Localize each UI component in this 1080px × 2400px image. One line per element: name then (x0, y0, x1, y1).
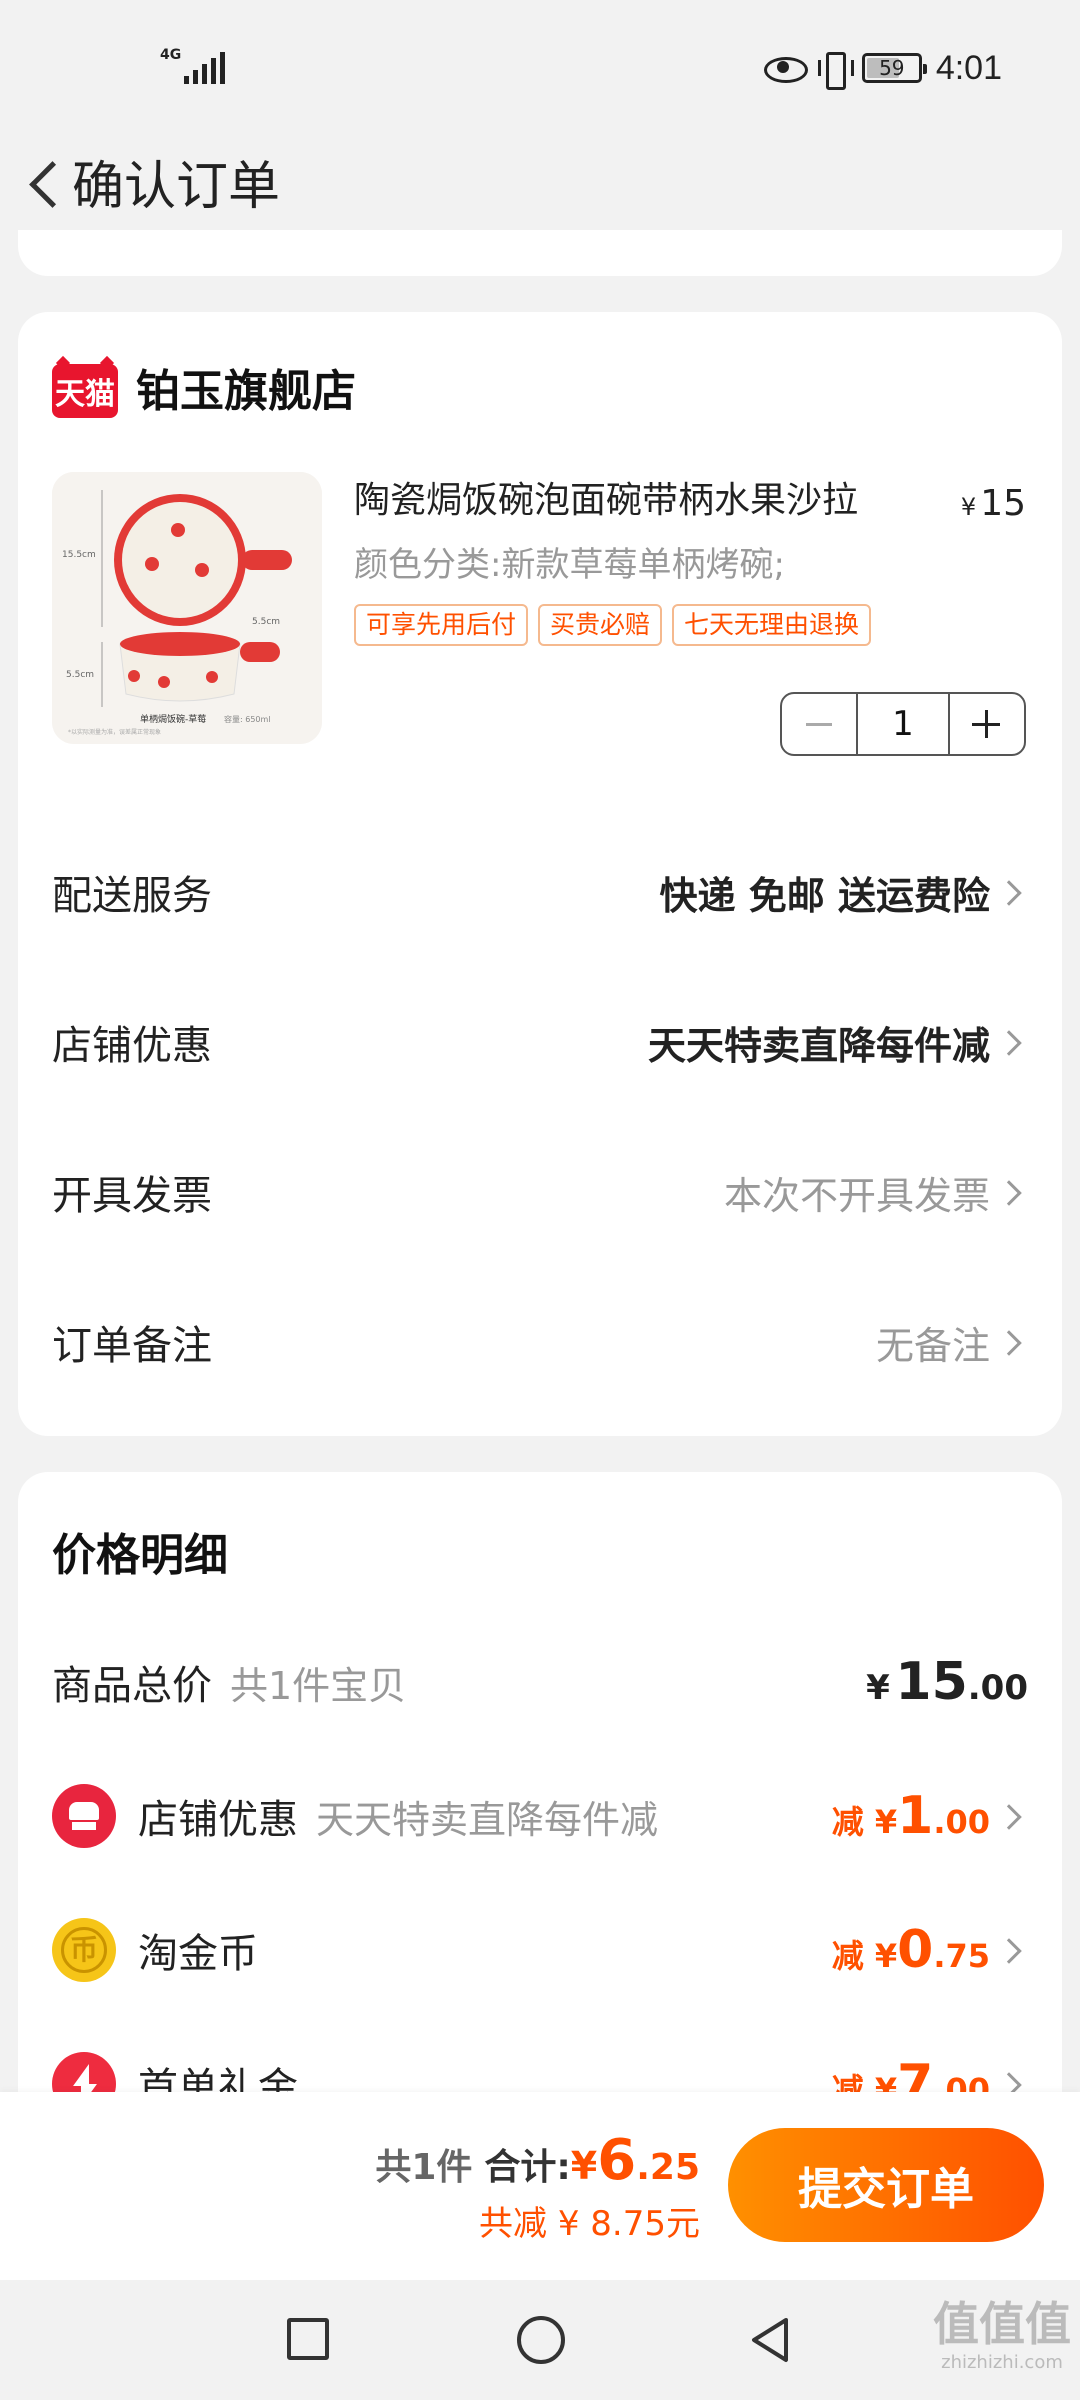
total-saved: 共减 ¥ 8.75元 (479, 2204, 700, 2244)
chevron-right-icon (998, 1327, 1028, 1357)
product-title[interactable]: 陶瓷焗饭碗泡面碗带柄水果沙拉 (354, 476, 954, 526)
product-price: ¥15 (960, 483, 1026, 524)
chevron-right-icon (998, 1935, 1028, 1965)
product-image[interactable]: 15.5cm 5.5cm 5.5cm 单柄焗饭碗-草莓 容量: 650ml *以… (52, 472, 322, 744)
back-arrow-icon[interactable] (18, 152, 68, 222)
shop-discount-detail-row[interactable]: 店铺优惠 天天特卖直降每件减 减 ¥1.00 (52, 1784, 1028, 1848)
order-note-row[interactable]: 订单备注 无备注 (52, 1312, 1028, 1372)
submit-bar: 共1件 合计: ¥6.25 共减 ¥ 8.75元 提交订单 (0, 2092, 1080, 2280)
title-bar: 确认订单 (0, 130, 1080, 240)
product-spec[interactable]: 颜色分类:新款草莓单柄烤碗; (354, 540, 785, 590)
eye-icon (763, 55, 808, 83)
product-photo: 15.5cm 5.5cm 5.5cm 单柄焗饭碗-草莓 容量: 650ml *以… (52, 472, 322, 744)
tag-7day-return: 七天无理由退换 (672, 604, 872, 646)
service-tags: 可享先用后付 买贵必赔 七天无理由退换 (354, 604, 872, 646)
watermark: 值值值 zhizhizhi.com (933, 2297, 1071, 2373)
recents-icon[interactable] (287, 2318, 329, 2360)
submit-order-button[interactable]: 提交订单 (728, 2128, 1044, 2242)
vibrate-icon (817, 52, 854, 90)
shop-name[interactable]: 铂玉旗舰店 (136, 362, 356, 422)
order-total: 共1件 合计: ¥6.25 (375, 2128, 700, 2193)
address-card-bottom (18, 230, 1062, 276)
price-detail-title: 价格明细 (52, 1530, 228, 1581)
total-amount: ¥6.25 (570, 2128, 700, 2193)
svg-text:5.5cm: 5.5cm (66, 670, 94, 680)
decrease-button[interactable] (782, 694, 856, 754)
svg-text:15.5cm: 15.5cm (62, 550, 96, 560)
shop-coupon-icon (52, 1784, 116, 1848)
shop-discount-row[interactable]: 店铺优惠 天天特卖直降每件减 (52, 1012, 1028, 1072)
status-bar: 4G 59 4:01 (0, 0, 1080, 130)
battery-icon: 59 (861, 53, 927, 83)
tag-price-protect: 买贵必赔 (538, 604, 663, 646)
tag-pay-later: 可享先用后付 (354, 604, 529, 646)
chevron-right-icon (998, 1801, 1028, 1831)
chevron-right-icon (998, 1177, 1028, 1207)
chevron-right-icon (998, 1027, 1028, 1057)
tmall-logo: 天猫 (52, 364, 118, 418)
quantity-stepper: 1 (780, 692, 1026, 756)
svg-text:单柄焗饭碗-草莓: 单柄焗饭碗-草莓 (140, 713, 206, 725)
home-icon[interactable] (517, 2316, 565, 2364)
quantity-value[interactable]: 1 (856, 694, 950, 754)
price-detail-card: 价格明细 商品总价 共1件宝贝 ¥ 15.00 店铺优惠 天天特卖直降每件减 减… (18, 1472, 1062, 2132)
system-nav-bar: 值值值 zhizhizhi.com (0, 2280, 1080, 2400)
nav-back-icon[interactable] (748, 2316, 792, 2364)
order-card: 天猫 铂玉旗舰店 15.5cm 5.5cm 5.5cm 单柄焗饭碗-草莓 容量:… (18, 312, 1062, 1436)
page-title: 确认订单 (72, 157, 281, 217)
goods-total-row: 商品总价 共1件宝贝 ¥ 15.00 (52, 1652, 1028, 1712)
delivery-service-row[interactable]: 配送服务 快递 免邮 送运费险 (52, 862, 1028, 922)
svg-text:5.5cm: 5.5cm (252, 617, 280, 627)
svg-text:容量: 650ml: 容量: 650ml (224, 714, 271, 724)
clock: 4:01 (935, 48, 1002, 87)
network-type: 4G (160, 47, 182, 63)
increase-button[interactable] (950, 694, 1024, 754)
signal-icon: 4G (160, 47, 225, 88)
taojinbi-coin-icon (52, 1918, 116, 1982)
goods-total-amount: ¥ 15.00 (866, 1652, 1028, 1712)
invoice-row[interactable]: 开具发票 本次不开具发票 (52, 1162, 1028, 1222)
taojinbi-row[interactable]: 淘金币 减 ¥0.75 (52, 1918, 1028, 1982)
chevron-right-icon (998, 877, 1028, 907)
battery-level: 59 (879, 56, 905, 80)
svg-text:*以实际测量为准，误差属正常现象: *以实际测量为准，误差属正常现象 (68, 728, 161, 736)
